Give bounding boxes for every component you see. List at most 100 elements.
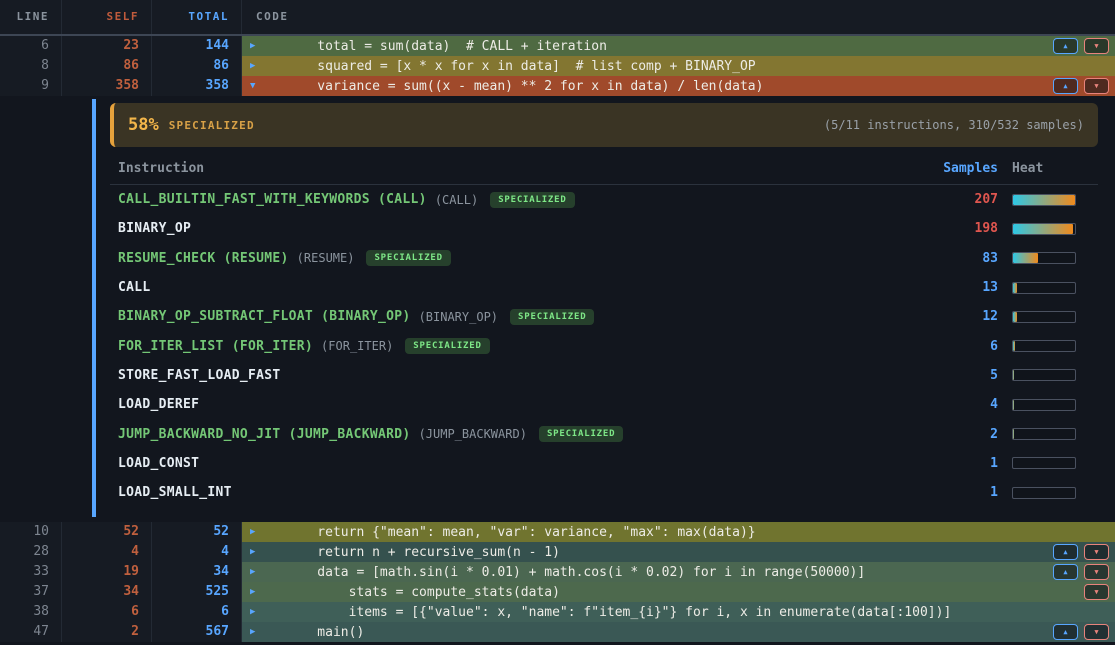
move-up-button[interactable]: ▲: [1053, 624, 1078, 640]
line-number-cell: 33: [0, 562, 62, 582]
code-line-row[interactable]: 623144▶ total = sum(data) # CALL + itera…: [0, 36, 1115, 56]
code-line-row[interactable]: 3866▶ items = [{"value": x, "name": f"it…: [0, 602, 1115, 622]
expand-arrow-icon[interactable]: ▶: [250, 41, 264, 51]
total-samples-cell: 52: [152, 522, 242, 542]
code-cell: ▶ squared = [x * x for x in data] # list…: [242, 56, 1115, 76]
code-text: total = sum(data) # CALL + iteration: [286, 39, 607, 54]
move-down-button[interactable]: ▼: [1084, 624, 1109, 640]
column-header-instruction: Instruction: [110, 161, 928, 176]
collapse-arrow-icon[interactable]: ▼: [250, 81, 264, 91]
expand-arrow-icon[interactable]: ▶: [250, 607, 264, 617]
total-samples-cell: 567: [152, 622, 242, 642]
instruction-row: CALL_BUILTIN_FAST_WITH_KEYWORDS (CALL)(C…: [110, 185, 1098, 214]
code-text: items = [{"value": x, "name": f"item_{i}…: [286, 605, 951, 620]
expand-arrow-icon[interactable]: ▶: [250, 567, 264, 577]
move-down-button[interactable]: ▼: [1084, 584, 1109, 600]
base-opcode-label: (FOR_ITER): [321, 339, 393, 353]
heat-bar-track: [1012, 487, 1076, 499]
move-down-button[interactable]: ▼: [1084, 78, 1109, 94]
code-cell: ▶ return n + recursive_sum(n - 1)▲▼: [242, 542, 1115, 562]
move-up-button[interactable]: ▲: [1053, 78, 1078, 94]
line-number-cell: 8: [0, 56, 62, 76]
instruction-name: JUMP_BACKWARD_NO_JIT (JUMP_BACKWARD): [110, 427, 411, 442]
self-samples-cell: 2: [62, 622, 152, 642]
heat-cell: [998, 399, 1098, 411]
move-down-button[interactable]: ▼: [1084, 564, 1109, 580]
heat-cell: [998, 194, 1098, 206]
code-line-row[interactable]: 472567▶ main()▲▼: [0, 622, 1115, 642]
column-header-line: LINE: [0, 0, 62, 34]
code-line-row[interactable]: 331934▶ data = [math.sin(i * 0.01) + mat…: [0, 562, 1115, 582]
samples-value: 83: [928, 251, 998, 266]
expand-arrow-icon[interactable]: ▶: [250, 587, 264, 597]
move-up-button[interactable]: ▲: [1053, 38, 1078, 54]
base-opcode-label: (CALL): [435, 193, 478, 207]
code-cell: ▶ data = [math.sin(i * 0.01) + math.cos(…: [242, 562, 1115, 582]
code-line-row[interactable]: 3734525▶ stats = compute_stats(data)▼: [0, 582, 1115, 602]
specialized-badge: SPECIALIZED: [510, 309, 594, 325]
code-line-row[interactable]: 2844▶ return n + recursive_sum(n - 1)▲▼: [0, 542, 1115, 562]
heat-bar-fill: [1013, 400, 1014, 410]
code-line-row[interactable]: 88686▶ squared = [x * x for x in data] #…: [0, 56, 1115, 76]
line-number-cell: 9: [0, 76, 62, 96]
row-actions: ▲▼: [1045, 624, 1115, 640]
instruction-name: LOAD_CONST: [110, 456, 199, 471]
row-actions: ▲▼: [1045, 544, 1115, 560]
expand-arrow-icon[interactable]: ▶: [250, 547, 264, 557]
heat-bar-track: [1012, 252, 1076, 264]
heat-cell: [998, 487, 1098, 499]
heat-bar-track: [1012, 369, 1076, 381]
move-up-button[interactable]: ▲: [1053, 564, 1078, 580]
code-text: return {"mean": mean, "var": variance, "…: [286, 525, 756, 540]
code-cell: ▶ total = sum(data) # CALL + iteration ▲ ▼: [242, 36, 1115, 56]
move-down-button[interactable]: ▼: [1084, 544, 1109, 560]
instruction-table-header: Instruction Samples Heat: [110, 153, 1098, 185]
code-line-row[interactable]: 9358358▼ variance = sum((x - mean) ** 2 …: [0, 76, 1115, 96]
heat-bar-fill: [1013, 370, 1014, 380]
expand-arrow-icon[interactable]: ▶: [250, 61, 264, 71]
specialized-badge: SPECIALIZED: [366, 250, 450, 266]
instruction-table: Instruction Samples Heat CALL_BUILTIN_FA…: [110, 153, 1098, 507]
self-samples-cell: 34: [62, 582, 152, 602]
samples-value: 12: [928, 309, 998, 324]
heat-bar-track: [1012, 194, 1076, 206]
samples-value: 207: [928, 192, 998, 207]
samples-value: 198: [928, 221, 998, 236]
heat-bar-track: [1012, 399, 1076, 411]
line-number-cell: 28: [0, 542, 62, 562]
samples-value: 6: [928, 339, 998, 354]
heat-cell: [998, 282, 1098, 294]
instruction-row: LOAD_SMALL_INT 1: [110, 478, 1098, 507]
heat-bar-track: [1012, 311, 1076, 323]
expand-arrow-icon[interactable]: ▶: [250, 627, 264, 637]
instruction-name-group: CALL: [110, 280, 928, 295]
instruction-name: BINARY_OP_SUBTRACT_FLOAT (BINARY_OP): [110, 309, 411, 324]
total-samples-cell: 525: [152, 582, 242, 602]
samples-value: 1: [928, 485, 998, 500]
code-cell: ▶ main()▲▼: [242, 622, 1115, 642]
instruction-row: STORE_FAST_LOAD_FAST5: [110, 361, 1098, 390]
instruction-name: STORE_FAST_LOAD_FAST: [110, 368, 281, 383]
instruction-row: JUMP_BACKWARD_NO_JIT (JUMP_BACKWARD)(JUM…: [110, 419, 1098, 448]
heat-bar-fill: [1013, 253, 1038, 263]
instruction-row: BINARY_OP198: [110, 214, 1098, 243]
samples-value: 13: [928, 280, 998, 295]
row-actions: ▲▼: [1045, 564, 1115, 580]
column-header-code: CODE: [242, 0, 1115, 34]
base-opcode-label: (BINARY_OP): [419, 310, 498, 324]
specialized-badge: SPECIALIZED: [405, 338, 489, 354]
heat-cell: [998, 223, 1098, 235]
base-opcode-label: (RESUME): [297, 251, 355, 265]
instruction-name-group: BINARY_OP_SUBTRACT_FLOAT (BINARY_OP) (BIN…: [110, 309, 928, 325]
heat-bar-fill: [1013, 341, 1015, 351]
instruction-row: BINARY_OP_SUBTRACT_FLOAT (BINARY_OP) (BIN…: [110, 302, 1098, 331]
column-header-samples: Samples: [928, 161, 998, 176]
code-text: variance = sum((x - mean) ** 2 for x in …: [286, 79, 763, 94]
row-actions: ▼: [1076, 584, 1115, 600]
code-line-row[interactable]: 105252▶ return {"mean": mean, "var": var…: [0, 522, 1115, 542]
move-down-button[interactable]: ▼: [1084, 38, 1109, 54]
move-up-button[interactable]: ▲: [1053, 544, 1078, 560]
expand-arrow-icon[interactable]: ▶: [250, 527, 264, 537]
instruction-name: LOAD_SMALL_INT: [110, 485, 232, 500]
self-samples-cell: 358: [62, 76, 152, 96]
